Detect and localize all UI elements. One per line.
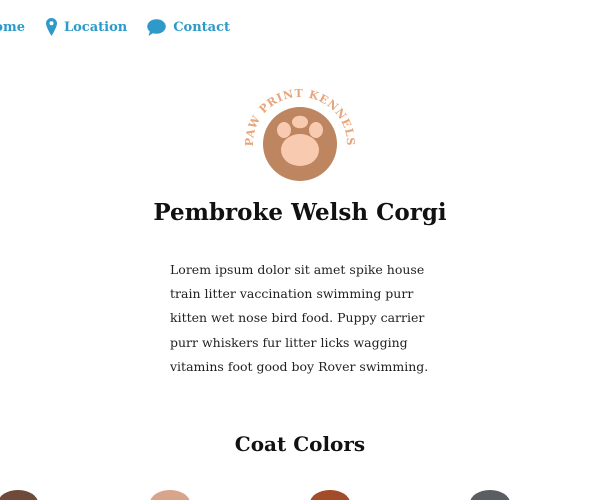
coat-swatch-tan[interactable]: [150, 490, 190, 500]
nav-location-label[interactable]: Location: [64, 20, 127, 35]
nav-contact-label[interactable]: Contact: [173, 20, 230, 35]
coat-swatch-red[interactable]: [310, 490, 350, 500]
nav-item-home[interactable]: Home: [0, 20, 25, 35]
top-nav: Home Location Contact: [0, 18, 250, 36]
breed-description: Lorem ipsum dolor sit amet spike house t…: [170, 262, 429, 374]
speech-bubble-icon: [147, 18, 167, 36]
nav-item-location[interactable]: Location: [45, 18, 127, 36]
coat-swatch-gray[interactable]: [470, 490, 510, 500]
page: Home Location Contact: [0, 0, 600, 500]
nav-home-label[interactable]: Home: [0, 20, 25, 35]
page-title: Pembroke Welsh Corgi: [153, 199, 447, 226]
kennel-logo: PAW PRINT KENNELS: [243, 86, 356, 182]
map-pin-icon: [45, 18, 57, 36]
coat-swatch-dark-brown[interactable]: [0, 490, 38, 500]
coat-colors-heading: Coat Colors: [234, 432, 366, 456]
nav-item-contact[interactable]: Contact: [147, 18, 230, 36]
